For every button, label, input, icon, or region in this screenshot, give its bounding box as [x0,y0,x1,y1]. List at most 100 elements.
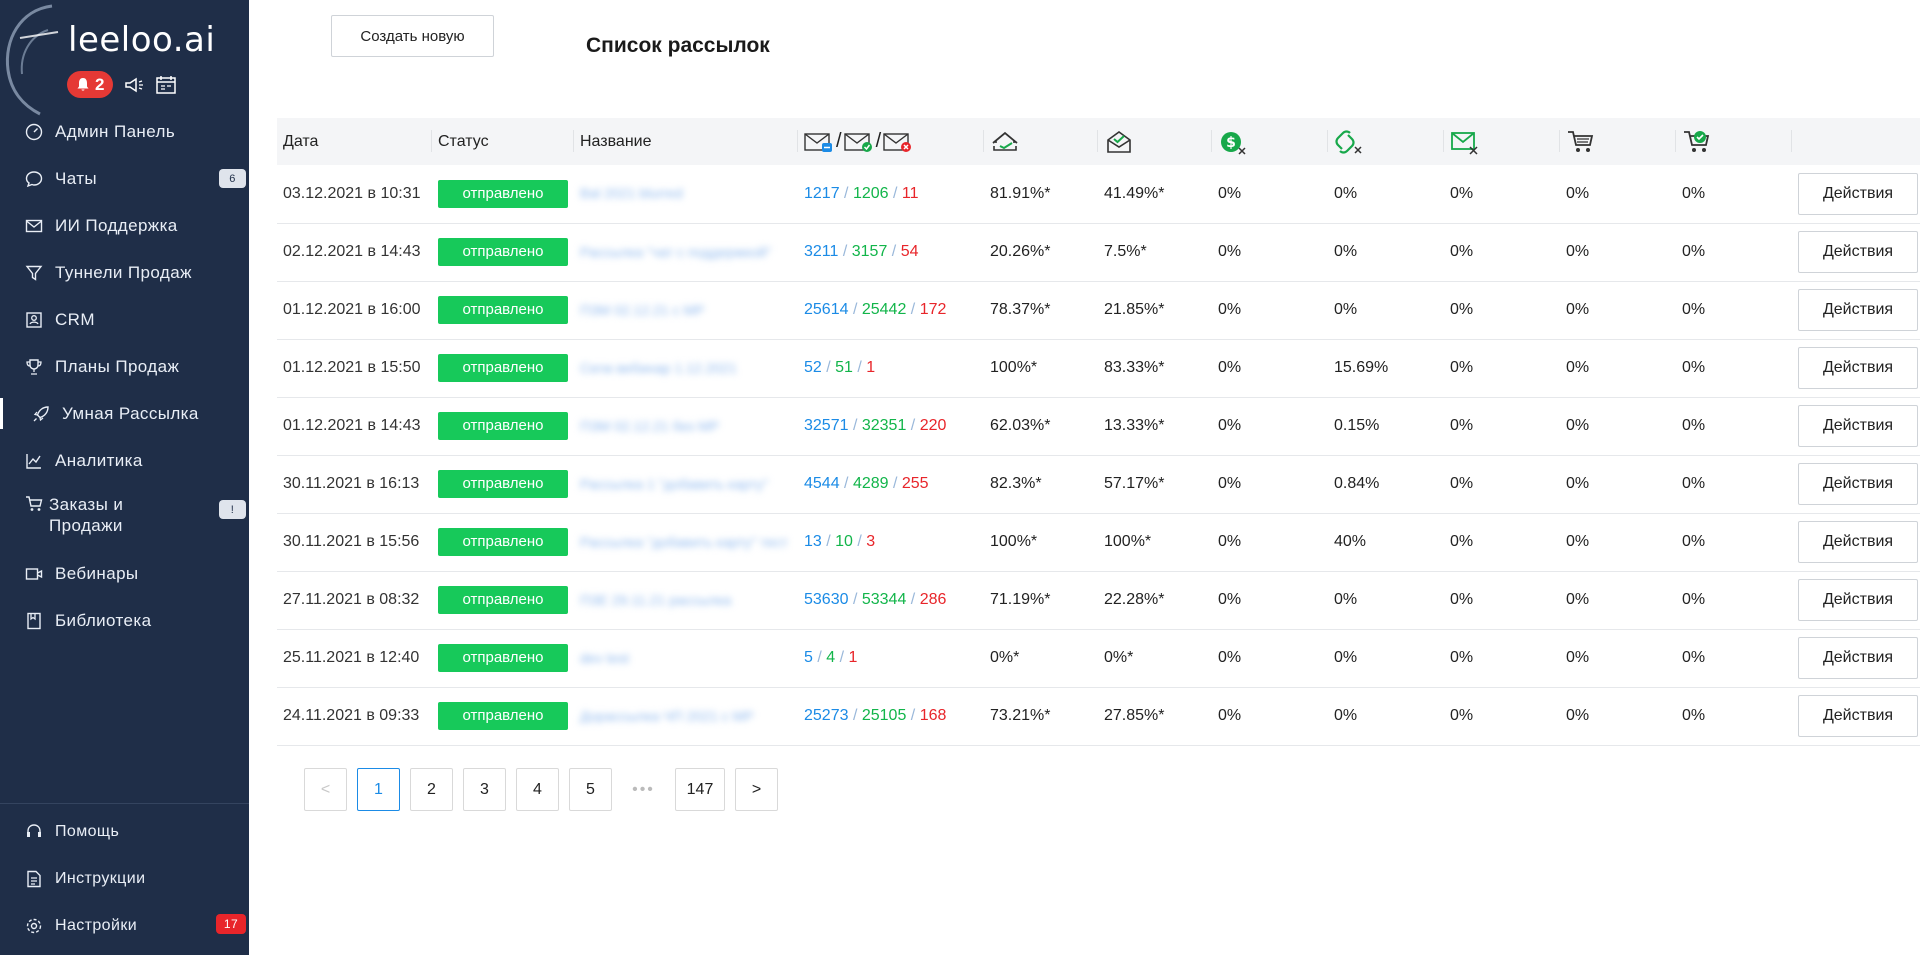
delivered-count: 25442 [861,301,907,318]
mailing-name-link[interactable]: Bal 2021 blurred [580,184,683,202]
mailing-name-link[interactable]: Дорассылка ЧП 2021 с МР [580,707,754,725]
sent-count: 53630 [804,591,849,608]
actions-button[interactable]: Действия [1798,405,1918,447]
mailing-name-link[interactable]: Рассылка "чат с поддержкой" [580,243,771,261]
mailing-name-link[interactable]: ПЗМ 02.12.21 с МР [580,301,704,319]
failed-count: 255 [901,475,929,492]
failed-count: 11 [901,184,919,202]
page-3-button[interactable]: 3 [463,768,506,811]
actions-button[interactable]: Действия [1798,463,1918,505]
megaphone-icon[interactable] [123,75,145,95]
cart-icon [1568,130,1594,152]
last-page-button[interactable]: 147 [675,768,725,811]
opened-rate: 78.37%* [990,301,1051,318]
unsubscribed-rate: 0% [1450,359,1474,376]
unsubscribed-rate: 0% [1450,533,1474,550]
next-page-button[interactable]: > [735,768,778,811]
sent-count: 4544 [804,475,840,492]
link-click-rate: 40% [1334,533,1367,550]
table-row[interactable]: 01.12.2021 в 16:00 отправлено ПЗМ 02.12.21… [277,281,1920,339]
actions-button[interactable]: Действия [1798,521,1918,563]
sidebar: leeloo.ai 2 Админ Панель Чаты 6 ИИ Подде… [0,0,249,955]
cart-rate: 0% [1566,475,1590,492]
actions-button[interactable]: Действия [1798,695,1918,737]
actions-button[interactable]: Действия [1798,289,1918,331]
actions-cell: Действия [1792,281,1920,339]
sidebar-item-analytics[interactable]: Аналитика [0,437,249,484]
counts-cell: 25614 / 25442 / 172 [798,281,984,339]
page-5-button[interactable]: 5 [569,768,612,811]
table-row[interactable]: 02.12.2021 в 14:43 отправлено Рассылка "ча… [277,223,1920,281]
sidebar-item-ai-support[interactable]: ИИ Поддержка [0,202,249,249]
failed-count: 1 [866,359,876,376]
notifications-badge[interactable]: 2 [67,71,114,98]
count-separator: / [906,417,920,434]
prev-page-button[interactable]: < [304,768,347,811]
sidebar-item-admin[interactable]: Админ Панель [0,108,249,155]
sidebar-item-crm[interactable]: CRM [0,296,249,343]
sidebar-item-help[interactable]: Помощь [0,808,249,855]
sent-count: 1217 [804,184,840,202]
headset-icon [27,823,41,837]
sidebar-item-label: Инструкции [55,869,146,887]
table-row[interactable]: 25.11.2021 в 12:40 отправлено dev test 5 / … [277,629,1920,687]
table-row[interactable]: 30.11.2021 в 16:13 отправлено Рассылка 1 "… [277,455,1920,513]
actions-button[interactable]: Действия [1798,579,1918,621]
actions-button[interactable]: Действия [1798,172,1918,215]
mailing-name-link[interactable]: Сегм вебинар 1.12.2021 [580,359,737,377]
count-separator: / [848,417,862,434]
brand-logo[interactable]: leeloo.ai [68,20,215,60]
page-1-button[interactable]: 1 [357,768,400,811]
column-link-clicks [1328,118,1444,165]
sidebar-item-instructions[interactable]: Инструкции [0,855,249,902]
crm-icon [26,311,42,328]
cart-rate: 0% [1566,301,1590,318]
opened-rate: 100%* [990,359,1038,376]
table-row[interactable]: 01.12.2021 в 14:43 отправлено ПЗМ 02.12.21… [277,397,1920,455]
mailing-name-link[interactable]: ПЗЕ 29.11.21 рассылка [580,591,731,609]
sidebar-item-chats[interactable]: Чаты 6 [0,155,249,202]
unsubscribed-rate: 0% [1450,591,1474,608]
read-rate: 0%* [1104,649,1134,666]
create-new-button[interactable]: Создать новую [331,15,494,57]
sidebar-item-sales-plans[interactable]: Планы Продаж [0,343,249,390]
status-cell: отправлено [432,513,574,571]
table-row[interactable]: 01.12.2021 в 15:50 отправлено Сегм вебинар… [277,339,1920,397]
mailing-name-link[interactable]: Рассылка 1 "добавить карту" [580,475,768,493]
actions-button[interactable]: Действия [1798,347,1918,389]
delivered-count: 25105 [861,707,907,724]
table-row[interactable]: 27.11.2021 в 08:32 отправлено ПЗЕ 29.11.21… [277,571,1920,629]
actions-button[interactable]: Действия [1798,231,1918,273]
orders-alert-badge: ! [219,500,246,519]
failed-count: 286 [919,591,947,608]
page-4-button[interactable]: 4 [516,768,559,811]
sidebar-item-funnels[interactable]: Туннели Продаж [0,249,249,296]
sidebar-item-webinars[interactable]: Вебинары [0,550,249,597]
unsubscribed-rate: 0% [1450,243,1474,260]
failed-count: 3 [866,533,876,550]
calendar-icon[interactable] [155,75,177,95]
table-row[interactable]: 24.11.2021 в 09:33 отправлено Дорассылка Ч… [277,687,1920,745]
actions-cell: Действия [1792,687,1920,745]
actions-cell: Действия [1792,455,1920,513]
mailing-name-link[interactable]: dev test [580,649,629,667]
delivered-count: 4289 [852,475,889,492]
mailings-table: Дата Статус Название / / $ 03.12.2021 в … [277,118,1920,746]
unsubscribed-icon [1451,131,1478,155]
table-row[interactable]: 30.11.2021 в 15:56 отправлено Рассылка "до… [277,513,1920,571]
more-pages-ellipsis[interactable]: ••• [622,768,665,811]
sidebar-item-settings[interactable]: Настройки 17 [0,902,249,949]
cart-rate: 0% [1566,243,1590,260]
counts-cell: 25273 / 25105 / 168 [798,687,984,745]
mailing-name-link[interactable]: ПЗМ 02.12.21 без МР [580,417,719,435]
table-row[interactable]: 03.12.2021 в 10:31 отправлено Bal 2021 blu… [277,165,1920,223]
cart-purchased-icon [1684,130,1710,152]
sidebar-item-orders[interactable]: Заказы и Продажи ! [0,484,249,550]
video-icon [25,567,43,580]
column-read [1098,118,1212,165]
mailing-name-link[interactable]: Рассылка "добавить карту" тест [580,533,788,551]
page-2-button[interactable]: 2 [410,768,453,811]
sidebar-item-smart-mailing[interactable]: Умная Рассылка [0,390,249,437]
sidebar-item-library[interactable]: Библиотека [0,597,249,644]
actions-button[interactable]: Действия [1798,637,1918,679]
